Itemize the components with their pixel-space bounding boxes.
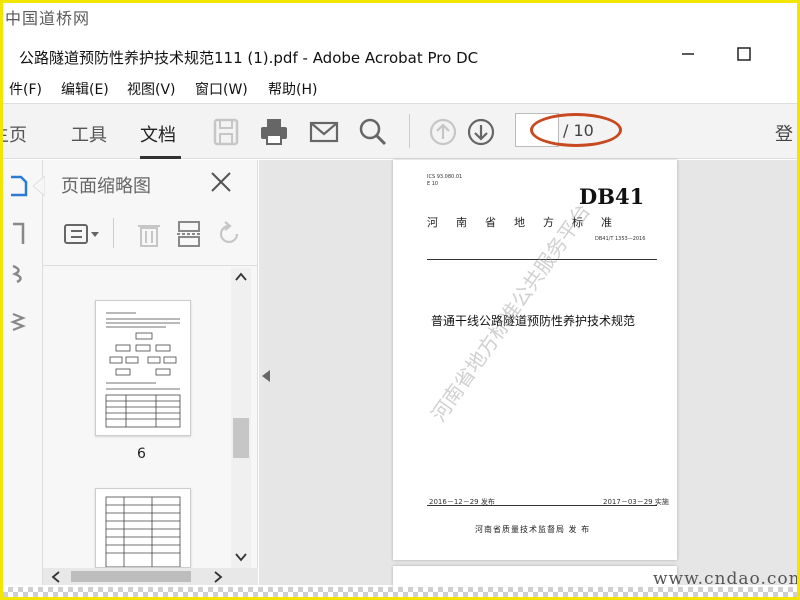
- app-frame: 中国道桥网 公路隧道预防性养护技术规范111 (1).pdf - Adobe A…: [0, 0, 800, 600]
- minimize-button[interactable]: [677, 43, 699, 65]
- watermark-bottom: www.cndao.com: [653, 569, 800, 589]
- horizontal-scroll-thumb[interactable]: [71, 571, 191, 582]
- thumbnail-content-icon: [105, 496, 181, 568]
- title-bar: 公路隧道预防性养护技术规范111 (1).pdf - Adobe Acrobat…: [3, 33, 797, 75]
- save-button[interactable]: [211, 117, 241, 147]
- scroll-up-icon: [235, 272, 247, 281]
- menu-edit[interactable]: 编辑(E): [61, 79, 109, 99]
- active-tab-indicator: [140, 156, 181, 159]
- document-title: 普通干线公路隧道预防性养护技术规范: [431, 314, 636, 328]
- panel-pointer-icon: [33, 176, 45, 196]
- print-icon: [261, 119, 287, 145]
- extract-icon: [177, 221, 201, 247]
- print-button[interactable]: [259, 117, 289, 147]
- attachments-rail-button[interactable]: [9, 262, 29, 286]
- standard-code: DB41/T 1353—2016: [595, 236, 646, 242]
- trash-icon: [138, 225, 160, 247]
- scroll-left-icon: [51, 571, 60, 583]
- layers-icon: [10, 312, 26, 332]
- panel-divider: [43, 265, 258, 266]
- attachment-icon: [11, 264, 22, 284]
- annotation-ellipse: [530, 113, 622, 147]
- options-menu-icon: [64, 224, 99, 244]
- scroll-right-icon: [214, 571, 223, 583]
- scroll-down-icon: [235, 553, 247, 562]
- collapse-panel-icon[interactable]: [261, 369, 271, 383]
- classification-code: E 10: [427, 181, 439, 187]
- issuer: 河南省质量技术监督局 发 布: [475, 525, 591, 534]
- watermark-top: 中国道桥网: [5, 9, 91, 28]
- page-thumbnail-7[interactable]: [95, 488, 191, 568]
- thumbnail-panel: 页面缩略图 6: [33, 160, 258, 585]
- search-button[interactable]: [358, 117, 388, 147]
- delete-page-button[interactable]: [135, 220, 165, 248]
- maximize-icon: [737, 47, 751, 61]
- bookmark-icon: [13, 222, 25, 244]
- menu-bar: 件(F) 编辑(E) 视图(V) 窗口(W) 帮助(H): [3, 75, 797, 101]
- menu-view[interactable]: 视图(V): [127, 79, 176, 99]
- tab-document[interactable]: 文档: [140, 121, 176, 147]
- toolbar-separator: [409, 114, 410, 148]
- pdf-page-next[interactable]: [393, 566, 677, 588]
- page-thumbnails-rail-button[interactable]: [9, 174, 29, 198]
- rotate-icon: [219, 221, 239, 244]
- thumbnail-vertical-scrollbar[interactable]: [231, 268, 251, 568]
- ics-code: ICS 93.080.01: [427, 174, 463, 180]
- thumbnail-label: 6: [137, 446, 146, 462]
- toolbar: 主页 工具 文档: [3, 103, 797, 159]
- thumbnail-content-icon: [105, 312, 181, 428]
- menu-window[interactable]: 窗口(W): [195, 79, 248, 99]
- page-thumbnails-icon: [11, 175, 28, 197]
- province-standard: 河南省地方标准: [427, 216, 630, 229]
- page-thumbnail-6[interactable]: [95, 300, 191, 436]
- next-page-button[interactable]: [466, 117, 496, 147]
- save-icon: [213, 118, 239, 146]
- arrow-up-circle-icon: [429, 118, 457, 146]
- window-title: 公路隧道预防性养护技术规范111 (1).pdf - Adobe Acrobat…: [19, 49, 479, 67]
- left-rail: [3, 160, 43, 585]
- layers-rail-button[interactable]: [9, 310, 29, 334]
- panel-toolbar-separator: [113, 218, 114, 248]
- standard-logo: DB41: [579, 184, 645, 209]
- search-icon: [359, 118, 387, 146]
- mail-icon: [309, 121, 339, 143]
- panel-title: 页面缩略图: [61, 176, 151, 197]
- pdf-page[interactable]: ICS 93.080.01 E 10 DB41 河南省地方标准 DB41/T 1…: [393, 160, 677, 560]
- close-panel-button[interactable]: [209, 170, 233, 194]
- tab-home[interactable]: 主页: [3, 121, 27, 147]
- bookmarks-rail-button[interactable]: [9, 222, 29, 246]
- extract-page-button[interactable]: [175, 220, 205, 248]
- rotate-page-button[interactable]: [215, 220, 245, 248]
- close-icon: [211, 172, 231, 192]
- tab-tools[interactable]: 工具: [71, 121, 107, 147]
- arrow-down-circle-icon: [467, 118, 495, 146]
- minimize-icon: [682, 53, 694, 55]
- thumbnail-horizontal-scrollbar[interactable]: [43, 568, 258, 585]
- email-button[interactable]: [309, 117, 339, 147]
- maximize-button[interactable]: [733, 43, 755, 65]
- previous-page-button[interactable]: [428, 117, 458, 147]
- vertical-scroll-thumb[interactable]: [233, 418, 249, 458]
- login-button[interactable]: 登: [775, 120, 793, 146]
- menu-file[interactable]: 件(F): [9, 79, 42, 99]
- menu-help[interactable]: 帮助(H): [268, 79, 317, 99]
- footer-rule: [427, 505, 657, 506]
- options-button[interactable]: [63, 220, 99, 248]
